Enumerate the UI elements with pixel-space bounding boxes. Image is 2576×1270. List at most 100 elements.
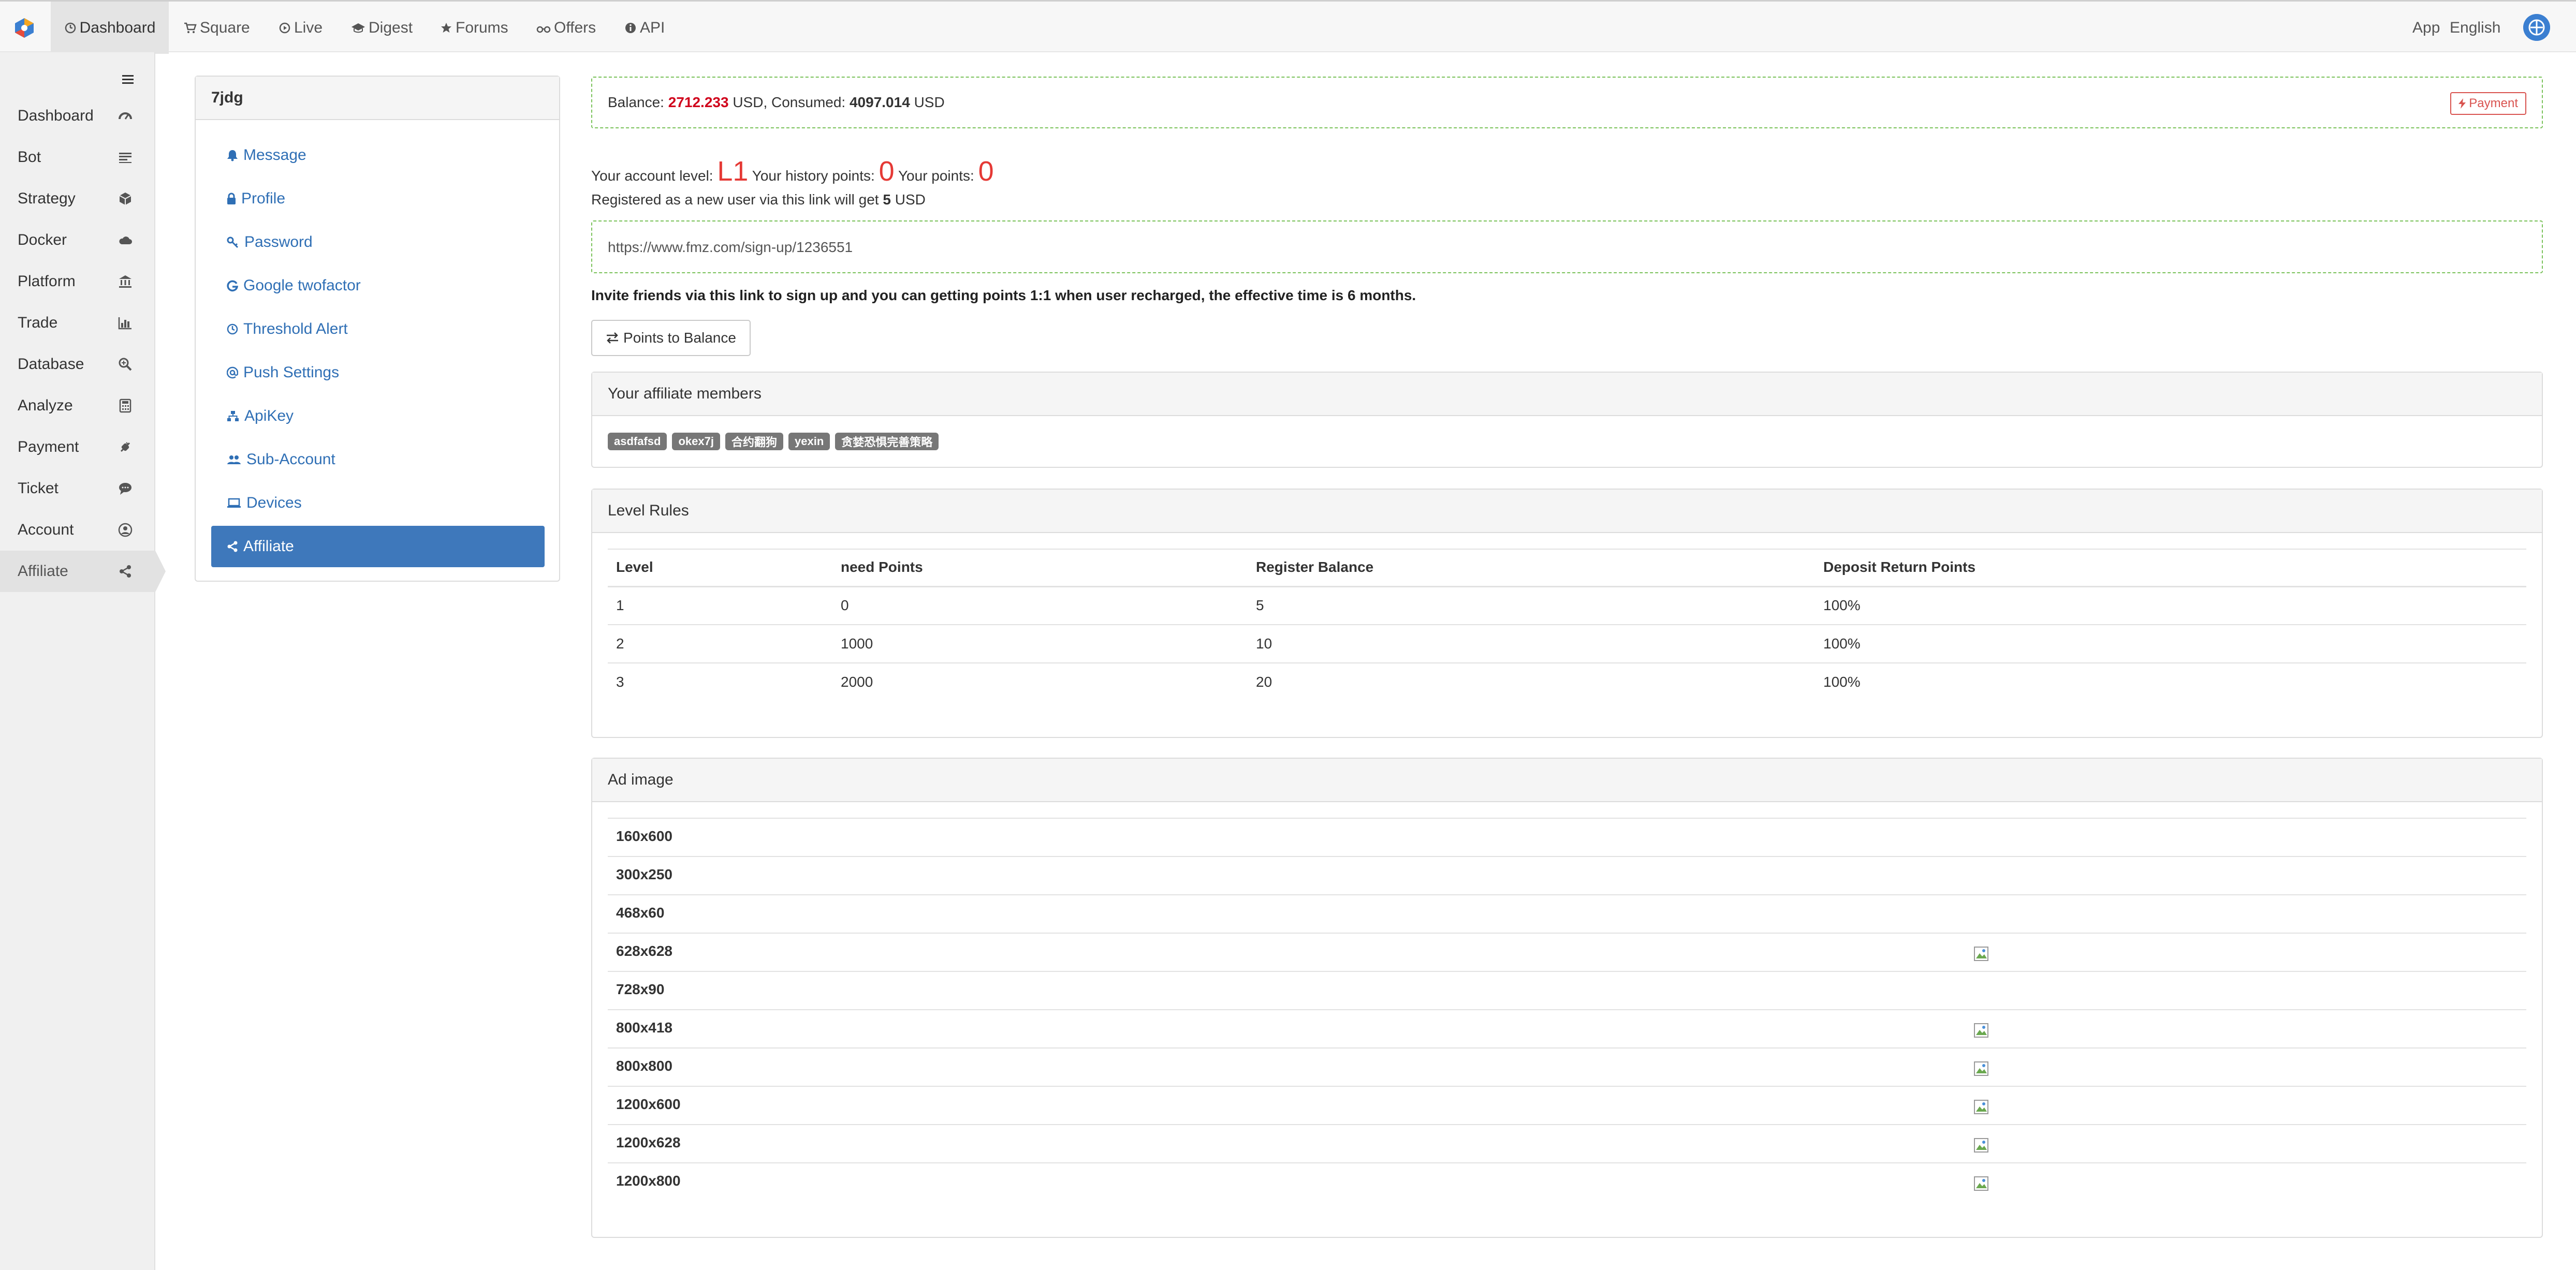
ad-image-icon[interactable]: [1973, 1023, 1989, 1038]
menu-item-google-twofactor[interactable]: Google twofactor: [211, 265, 545, 306]
column-header: need Points: [841, 559, 923, 575]
menu-toggle-icon[interactable]: [122, 74, 134, 85]
ad-image-icon[interactable]: [1973, 1099, 1989, 1115]
menu-item-threshold-alert[interactable]: Threshold Alert: [211, 308, 545, 350]
sidebar-item-docker[interactable]: Docker: [0, 219, 155, 261]
sidebar-item-label: Strategy: [18, 190, 76, 207]
table-cell: 100%: [1823, 636, 1861, 652]
table-cell: 1: [616, 597, 624, 613]
dashboard-icon: [119, 112, 132, 120]
sidebar-item-payment[interactable]: Payment: [0, 426, 155, 468]
table-cell: 100%: [1823, 597, 1861, 613]
menu-item-label: Message: [243, 146, 306, 164]
member-tag[interactable]: asdfafsd: [608, 433, 667, 450]
nav-forums[interactable]: Forums: [440, 2, 508, 54]
ad-image-icon[interactable]: [1973, 1138, 1989, 1153]
member-tag[interactable]: 贪婪恐惧完善策略: [835, 433, 939, 450]
sidebar-item-ticket[interactable]: Ticket: [0, 468, 155, 509]
ad-image-icon[interactable]: [1973, 1061, 1989, 1076]
bell-icon: [227, 150, 238, 161]
nav-live[interactable]: Live: [279, 2, 323, 54]
table-cell: 1000: [841, 636, 873, 652]
menu-item-apikey[interactable]: ApiKey: [211, 395, 545, 437]
menu-item-message[interactable]: Message: [211, 135, 545, 176]
column-header: Deposit Return Points: [1823, 559, 1976, 575]
ad-image-icon[interactable]: [1973, 1176, 1989, 1191]
sidebar-item-bot[interactable]: Bot: [0, 137, 155, 178]
menu-item-label: Password: [244, 233, 313, 250]
nav-digest[interactable]: Digest: [351, 2, 413, 54]
menu-item-label: Profile: [241, 190, 286, 207]
points-to-balance-button[interactable]: Points to Balance: [591, 320, 751, 356]
nav-offers[interactable]: Offers: [536, 2, 596, 54]
payment-button[interactable]: Payment: [2450, 92, 2526, 115]
menu-item-sub-account[interactable]: Sub-Account: [211, 439, 545, 480]
avatar[interactable]: [2523, 14, 2550, 41]
ad-size-label: 160x600: [616, 828, 673, 844]
nav-app[interactable]: App: [2412, 2, 2440, 54]
bolt-icon: [2458, 98, 2466, 109]
table-divider: [608, 624, 2526, 625]
register-note: Registered as a new user via this link w…: [591, 191, 926, 208]
table-divider: [608, 1047, 2526, 1049]
balance-value: 2712.233: [668, 94, 729, 110]
menu-item-password[interactable]: Password: [211, 221, 545, 263]
menu-item-label: Devices: [246, 494, 302, 511]
table-divider: [608, 1162, 2526, 1163]
member-tag[interactable]: yexin: [788, 433, 830, 450]
sidebar-item-account[interactable]: Account: [0, 509, 155, 551]
table-divider: [608, 1009, 2526, 1010]
key-icon: [227, 237, 239, 248]
history-points-value: 0: [879, 156, 895, 187]
menu-item-profile[interactable]: Profile: [211, 178, 545, 219]
language-selector[interactable]: English: [2450, 2, 2500, 54]
nav-label: Square: [200, 19, 250, 36]
sidebar-item-affiliate[interactable]: Affiliate: [0, 551, 166, 592]
logo-icon[interactable]: [13, 17, 35, 39]
sidebar-item-label: Account: [18, 521, 74, 538]
sidebar-item-analyze[interactable]: Analyze: [0, 385, 155, 426]
nav-square[interactable]: Square: [183, 2, 250, 54]
sidebar-item-strategy[interactable]: Strategy: [0, 178, 155, 219]
table-divider: [608, 1124, 2526, 1125]
ad-size-label: 468x60: [616, 905, 665, 921]
top-navbar: Dashboard Square Live Digest Forums Offe…: [0, 0, 2576, 54]
menu-item-label: ApiKey: [244, 407, 294, 424]
table-divider: [608, 586, 2526, 587]
menu-item-affiliate[interactable]: Affiliate: [211, 526, 545, 567]
user-circle-icon: [118, 523, 133, 537]
sidebar-item-dashboard[interactable]: Dashboard: [0, 95, 155, 137]
laptop-icon: [227, 498, 241, 508]
level-label: Your account level:: [591, 168, 713, 184]
sidebar-item-label: Affiliate: [18, 563, 68, 580]
affiliate-members-panel: Your affiliate members asdfafsd okex7j 合…: [591, 372, 2543, 468]
menu-item-devices[interactable]: Devices: [211, 482, 545, 524]
member-tag[interactable]: 合约翻狗: [725, 433, 783, 450]
comment-icon: [119, 483, 131, 495]
sidebar-item-platform[interactable]: Platform: [0, 261, 155, 302]
username-title: 7jdg: [211, 89, 243, 106]
users-icon: [227, 455, 241, 464]
member-tags: asdfafsd okex7j 合约翻狗 yexin 贪婪恐惧完善策略: [608, 433, 944, 450]
nav-api[interactable]: API: [624, 2, 665, 54]
sidebar-item-trade[interactable]: Trade: [0, 302, 155, 344]
google-icon: [227, 280, 238, 292]
ad-image-icon[interactable]: [1973, 946, 1989, 962]
sidebar-item-database[interactable]: Database: [0, 344, 155, 385]
nav-dashboard[interactable]: Dashboard: [51, 2, 169, 54]
sidebar-item-label: Docker: [18, 231, 67, 248]
member-tag[interactable]: okex7j: [672, 433, 720, 450]
ad-size-label: 800x800: [616, 1058, 673, 1074]
table-divider: [608, 971, 2526, 972]
clock-icon: [227, 323, 238, 335]
dashboard-icon: [65, 22, 76, 33]
points-label: Your points:: [898, 168, 974, 184]
nav-label: Forums: [456, 19, 508, 36]
sidebar-item-label: Analyze: [18, 397, 73, 414]
invite-link[interactable]: https://www.fmz.com/sign-up/1236551: [608, 239, 853, 256]
menu-item-push-settings[interactable]: Push Settings: [211, 352, 545, 393]
graduation-icon: [352, 23, 365, 33]
panel-title: Your affiliate members: [608, 385, 762, 402]
invite-link-box[interactable]: https://www.fmz.com/sign-up/1236551: [591, 220, 2543, 273]
ad-size-label: 800x418: [616, 1020, 673, 1036]
